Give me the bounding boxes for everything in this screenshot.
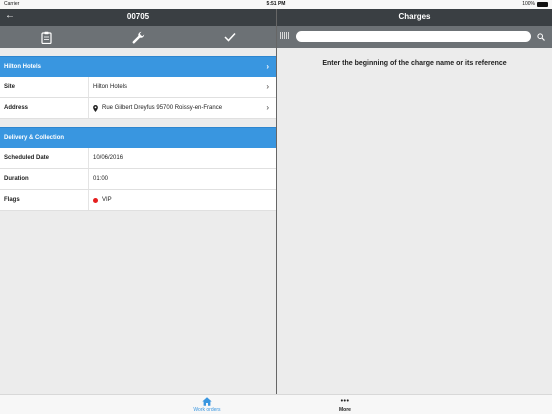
site-value: Hilton Hotels xyxy=(93,84,128,90)
chevron-right-icon: › xyxy=(266,62,269,71)
site-label: Site xyxy=(0,77,89,97)
tab-work-orders-label: Work orders xyxy=(193,407,221,413)
delivery-section-header: Delivery & Collection xyxy=(0,127,276,148)
duration-label: Duration xyxy=(0,169,89,189)
scheduled-date-row: Scheduled Date 10/06/2016 xyxy=(0,148,276,169)
tab-more-label: More xyxy=(339,407,351,413)
flags-label: Flags xyxy=(0,190,89,210)
chevron-right-icon: › xyxy=(266,103,269,112)
address-label: Address xyxy=(0,98,89,118)
tab-more[interactable]: ••• More xyxy=(315,397,375,413)
work-order-header: ← 00705 xyxy=(0,9,276,26)
wrench-icon xyxy=(132,31,144,43)
duration-row: Duration 01:00 xyxy=(0,169,276,190)
status-time: 5:51 PM xyxy=(266,1,286,7)
checkmark-icon xyxy=(224,32,236,42)
battery-indicator: 100% xyxy=(522,1,548,7)
charges-search-bar xyxy=(277,26,552,48)
clipboard-icon xyxy=(40,31,52,44)
more-dots-icon: ••• xyxy=(340,398,350,405)
complete-button[interactable] xyxy=(210,26,250,48)
address-value: Rue Gilbert Dreyfus 95700 Roissy-en-Fran… xyxy=(102,105,223,111)
flags-row: Flags VIP xyxy=(0,190,276,211)
delivery-section-label: Delivery & Collection xyxy=(4,135,65,141)
work-order-pane: ← 00705 Hilton Hotels › Site Hilton Hote… xyxy=(0,9,276,394)
clipboard-button[interactable] xyxy=(26,26,66,48)
barcode-scan-icon[interactable] xyxy=(280,32,289,39)
tab-bar: Work orders ••• More xyxy=(0,394,552,414)
home-icon xyxy=(202,397,212,406)
battery-percent: 100% xyxy=(522,1,535,7)
flag-value: VIP xyxy=(102,197,112,203)
chevron-right-icon: › xyxy=(266,82,269,91)
search-button[interactable] xyxy=(536,32,546,42)
status-bar: Carrier 5:51 PM 100% xyxy=(0,0,552,9)
client-section-label: Hilton Hotels xyxy=(4,64,41,70)
site-row[interactable]: Site Hilton Hotels › xyxy=(0,77,276,98)
flag-dot-icon xyxy=(93,197,98,203)
charges-title: Charges xyxy=(398,12,431,21)
charges-pane: Charges Enter the beginning of the charg… xyxy=(277,9,552,394)
scheduled-date-label: Scheduled Date xyxy=(0,148,89,168)
scheduled-date-value: 10/06/2016 xyxy=(93,155,124,161)
address-row[interactable]: Address Rue Gilbert Dreyfus 95700 Roissy… xyxy=(0,98,276,119)
tab-work-orders[interactable]: Work orders xyxy=(177,397,237,413)
duration-value: 01:00 xyxy=(93,176,109,182)
map-pin-icon xyxy=(93,104,98,112)
work-order-title: 00705 xyxy=(126,12,150,21)
charges-header: Charges xyxy=(277,9,552,26)
work-order-toolbar xyxy=(0,26,276,48)
app-root: Carrier 5:51 PM 100% ← 00705 Hilton Hote… xyxy=(0,0,552,414)
tools-button[interactable] xyxy=(118,26,158,48)
battery-icon xyxy=(537,1,548,7)
client-section-header[interactable]: Hilton Hotels › xyxy=(0,56,276,77)
search-hint: Enter the beginning of the charge name o… xyxy=(322,60,507,67)
search-icon xyxy=(537,33,545,41)
charge-search-input[interactable] xyxy=(296,31,531,42)
